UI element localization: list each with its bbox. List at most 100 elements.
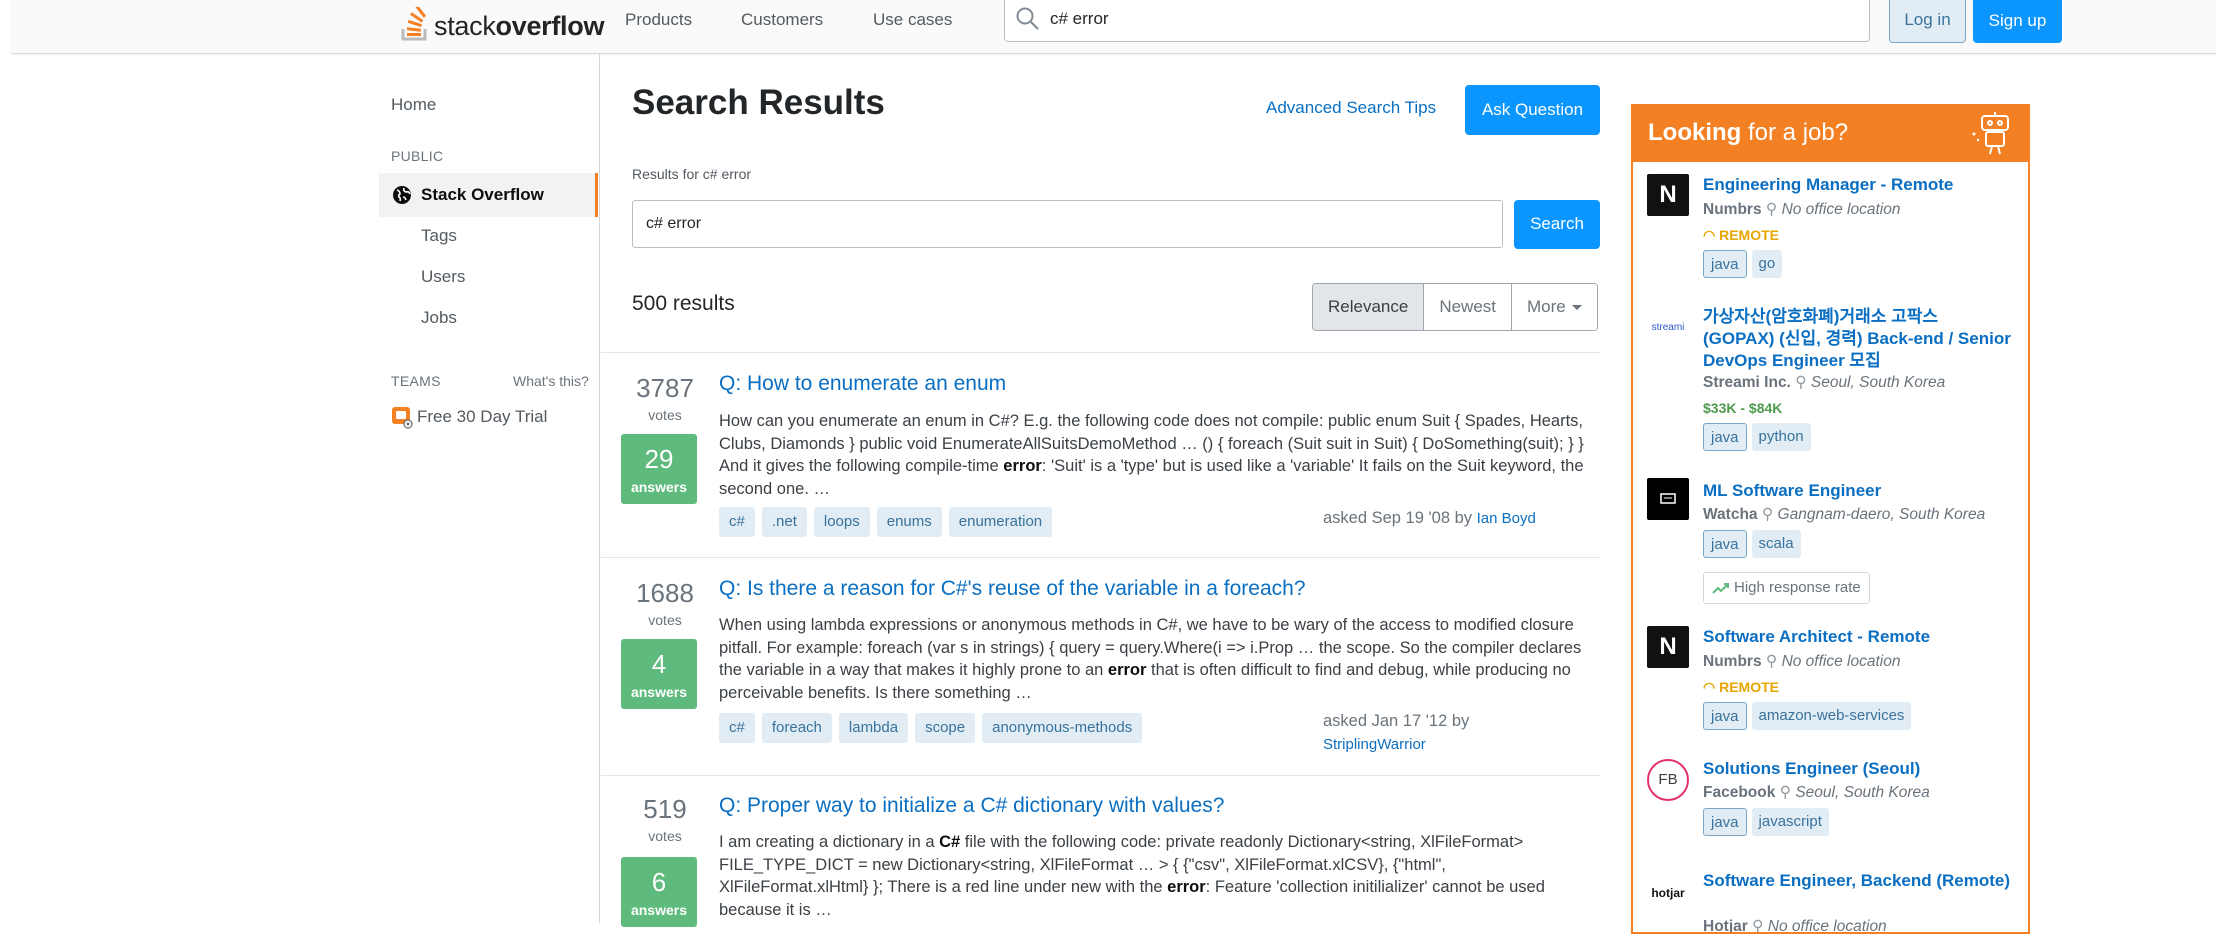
asked-info: asked Jan 17 '12 by StriplingWarrior xyxy=(1323,710,1593,756)
company-name: Numbrs xyxy=(1703,653,1762,670)
jobs-heading-bold: Looking xyxy=(1648,119,1742,146)
company-name: Facebook xyxy=(1703,784,1776,801)
page-title: Search Results xyxy=(632,83,885,122)
search-button[interactable]: Search xyxy=(1514,200,1600,249)
tag[interactable]: anonymous-methods xyxy=(982,713,1143,743)
tab-relevance[interactable]: Relevance xyxy=(1313,284,1425,330)
tag[interactable]: foreach xyxy=(761,713,832,743)
tag-list: c# foreach lambda scope anonymous-method… xyxy=(719,713,1143,743)
job-company: Facebook ⚲ Seoul, South Korea xyxy=(1703,783,1930,802)
tag-list: c# .net loops enums enumeration xyxy=(719,507,1053,537)
top-search-value: c# error xyxy=(1050,9,1109,28)
sidebar-heading-teams: TEAMS xyxy=(391,373,441,389)
job-location: Gangnam-daero, South Korea xyxy=(1777,506,1986,523)
job-tags: java python xyxy=(1703,423,1811,451)
job-title-link[interactable]: ML Software Engineer xyxy=(1703,480,2013,502)
tag[interactable]: scala xyxy=(1751,530,1801,558)
sidebar-item-jobs[interactable]: Jobs xyxy=(421,308,457,328)
tag[interactable]: javascript xyxy=(1751,808,1829,836)
answer-label: answers xyxy=(630,902,688,918)
logo-text-bold: overflow xyxy=(495,11,605,41)
question-excerpt: When using lambda expressions or anonymo… xyxy=(719,616,1582,702)
sidebar-item-label: Stack Overflow xyxy=(421,185,544,204)
nav-customers[interactable]: Customers xyxy=(741,10,823,30)
jobs-header: Looking for a job? xyxy=(1633,104,2028,162)
trending-up-icon xyxy=(1712,583,1729,594)
tag[interactable]: java xyxy=(1703,423,1747,451)
job-location: Seoul, South Korea xyxy=(1810,374,1946,391)
location-pin-icon: ⚲ xyxy=(1765,201,1778,218)
signup-button[interactable]: Sign up xyxy=(1973,0,2062,43)
tag[interactable]: java xyxy=(1703,808,1747,836)
answer-count-badge: 4 answers xyxy=(621,639,697,709)
remote-badge: ◠ REMOTE xyxy=(1703,227,1779,244)
job-tags: java go xyxy=(1703,250,1783,278)
stackoverflow-logo[interactable]: stackoverflow xyxy=(400,5,604,41)
tag[interactable]: enums xyxy=(876,507,942,537)
advanced-search-tips-link[interactable]: Advanced Search Tips xyxy=(1266,98,1436,118)
top-bar: stackoverflow Products Customers Use cas… xyxy=(11,0,2216,54)
tag[interactable]: python xyxy=(1751,423,1811,451)
question-excerpt: How can you enumerate an enum in C#? E.g… xyxy=(719,412,1584,498)
job-title-link[interactable]: Solutions Engineer (Seoul) xyxy=(1703,758,2013,780)
result-count: 500 results xyxy=(632,292,735,315)
job-location: No office location xyxy=(1767,918,1887,934)
ask-question-button[interactable]: Ask Question xyxy=(1465,85,1600,135)
tab-newest[interactable]: Newest xyxy=(1424,284,1513,330)
tag[interactable]: loops xyxy=(813,507,870,537)
tag[interactable]: lambda xyxy=(838,713,909,743)
user-link[interactable]: StriplingWarrior xyxy=(1323,736,1426,753)
stack-logo-icon xyxy=(401,7,427,41)
asked-date: asked Jan 17 '12 by xyxy=(1323,712,1470,730)
answer-count: 29 xyxy=(644,444,674,474)
sidebar-item-home[interactable]: Home xyxy=(391,95,436,115)
company-name: Numbrs xyxy=(1703,201,1762,218)
question-title-link[interactable]: Q: Is there a reason for C#'s reuse of t… xyxy=(719,577,1306,601)
remote-label: REMOTE xyxy=(1719,679,1779,695)
vote-count: 3787 xyxy=(636,373,694,403)
job-title-link[interactable]: Software Architect - Remote xyxy=(1703,626,2013,648)
question-excerpt: I am creating a dictionary in a C# file … xyxy=(719,833,1545,919)
job-location: Seoul, South Korea xyxy=(1795,784,1930,801)
tag[interactable]: go xyxy=(1751,250,1783,278)
asked-date: asked Sep 19 '08 by xyxy=(1323,509,1473,527)
tag[interactable]: java xyxy=(1703,702,1747,730)
tag[interactable]: c# xyxy=(719,713,755,743)
job-title-link[interactable]: 가상자산(암호화폐)거래소 고팍스 (GOPAX) (신입, 경력) Back-… xyxy=(1703,306,2013,372)
sidebar-item-users[interactable]: Users xyxy=(421,267,465,287)
nav-products[interactable]: Products xyxy=(625,10,692,30)
top-search-input[interactable]: c# error xyxy=(1004,0,1870,42)
user-link[interactable]: Ian Boyd xyxy=(1477,510,1536,527)
tag[interactable]: c# xyxy=(719,507,755,537)
login-button[interactable]: Log in xyxy=(1889,0,1966,43)
search-icon xyxy=(1016,7,1039,30)
tab-more[interactable]: More xyxy=(1512,284,1597,330)
free-trial-link[interactable]: Free 30 Day Trial xyxy=(391,405,547,429)
tag[interactable]: amazon-web-services xyxy=(1751,702,1912,730)
answer-label: answers xyxy=(630,684,688,700)
tag[interactable]: java xyxy=(1703,250,1747,278)
tab-more-label: More xyxy=(1527,297,1566,316)
job-title-link[interactable]: Software Engineer, Backend (Remote) xyxy=(1703,870,2013,892)
tag[interactable]: java xyxy=(1703,530,1747,558)
question-title-link[interactable]: Q: Proper way to initialize a C# diction… xyxy=(719,794,1224,818)
free-trial-label: Free 30 Day Trial xyxy=(417,407,548,426)
nav-use-cases[interactable]: Use cases xyxy=(873,10,952,30)
job-title-link[interactable]: Engineering Manager - Remote xyxy=(1703,174,2013,196)
tag[interactable]: scope xyxy=(915,713,976,743)
sidebar-item-stack-overflow[interactable]: Stack Overflow xyxy=(379,173,598,217)
sidebar-heading-public: PUBLIC xyxy=(391,148,444,164)
question-title-link[interactable]: Q: How to enumerate an enum xyxy=(719,372,1006,396)
vote-label: votes xyxy=(648,612,682,628)
whats-this-link[interactable]: What's this? xyxy=(513,373,589,389)
tag[interactable]: .net xyxy=(761,507,807,537)
job-tags: java amazon-web-services xyxy=(1703,702,1912,730)
company-logo: FB xyxy=(1647,759,1689,801)
remote-label: REMOTE xyxy=(1719,227,1779,243)
answer-count: 6 xyxy=(651,867,667,897)
tag[interactable]: enumeration xyxy=(948,507,1053,537)
sidebar-item-tags[interactable]: Tags xyxy=(421,226,457,246)
location-pin-icon: ⚲ xyxy=(1779,784,1792,801)
main-search-input[interactable]: c# error xyxy=(632,200,1503,248)
job-tags: java scala xyxy=(1703,530,1801,558)
